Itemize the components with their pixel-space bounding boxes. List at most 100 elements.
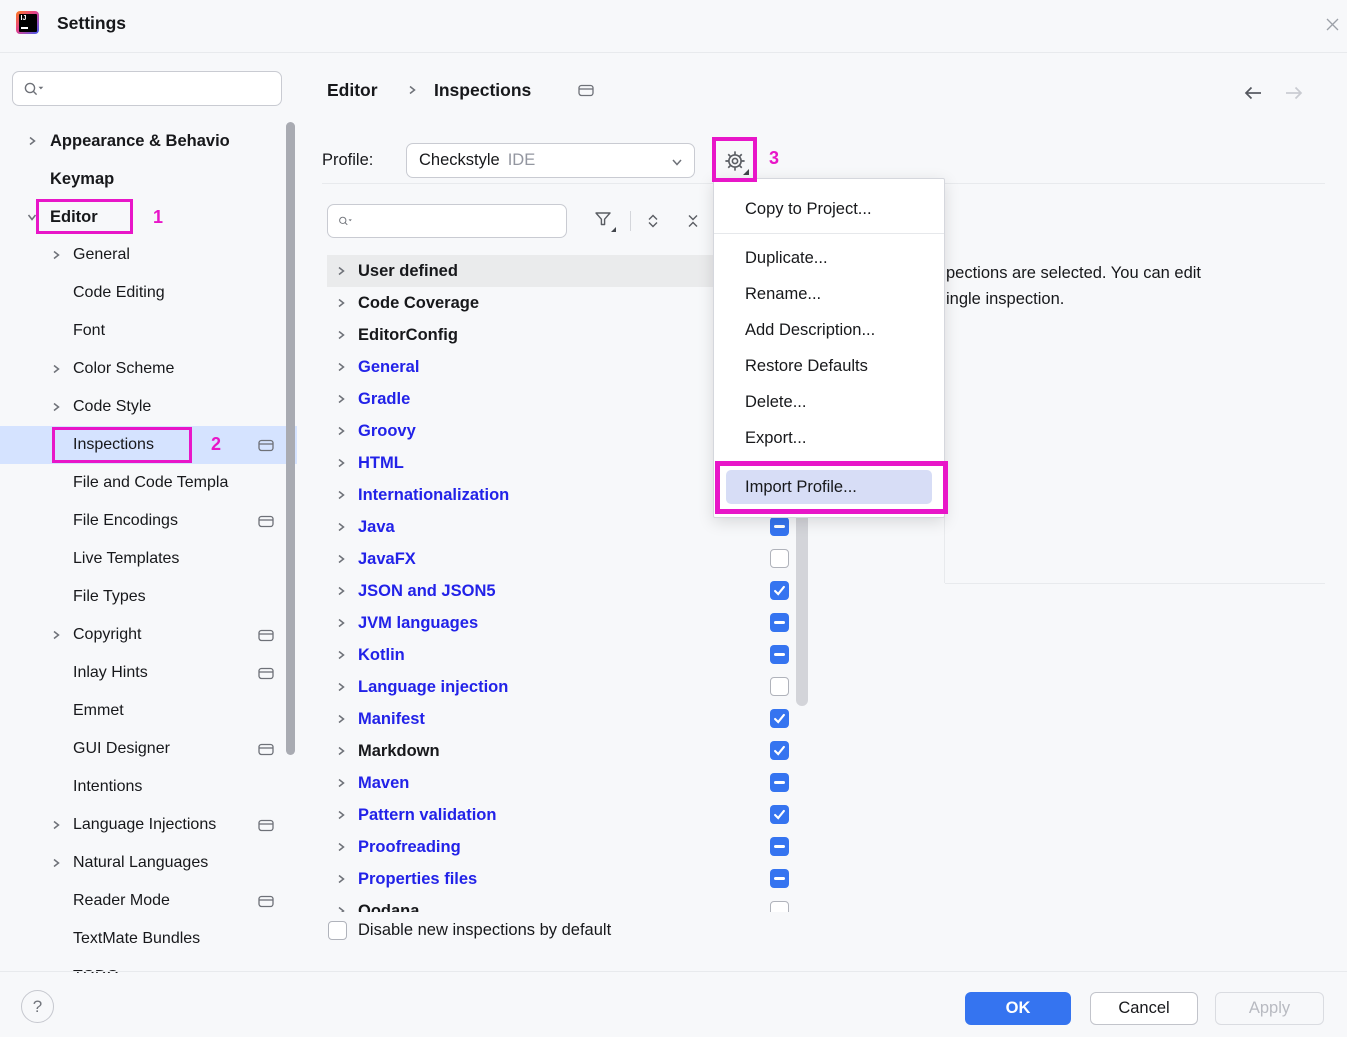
- breadcrumb-editor[interactable]: Editor: [327, 80, 378, 101]
- chevron-right-icon[interactable]: [50, 629, 62, 641]
- tree-item-checkbox-indeterminate[interactable]: [770, 517, 789, 536]
- chevron-right-icon[interactable]: [335, 361, 347, 373]
- sidebar-item-keymap[interactable]: Keymap: [0, 160, 297, 198]
- tree-item-checkbox-unchecked[interactable]: [770, 901, 789, 912]
- filter-icon[interactable]: [594, 211, 616, 231]
- chevron-right-icon[interactable]: [335, 745, 347, 757]
- menu-item-import-profile[interactable]: Import Profile...: [726, 470, 932, 504]
- sidebar-item-inlay-hints[interactable]: Inlay Hints: [0, 654, 297, 692]
- chevron-right-icon[interactable]: [335, 713, 347, 725]
- sidebar-item-file-types[interactable]: File Types: [0, 578, 297, 616]
- inspections-search-input[interactable]: [359, 205, 566, 237]
- chevron-down-icon[interactable]: [26, 211, 38, 223]
- sidebar-item-file-encodings[interactable]: File Encodings: [0, 502, 297, 540]
- forward-arrow-icon[interactable]: [1283, 85, 1305, 101]
- chevron-right-icon[interactable]: [335, 265, 347, 277]
- chevron-right-icon[interactable]: [335, 681, 347, 693]
- chevron-right-icon[interactable]: [50, 401, 62, 413]
- tree-item-checkbox-unchecked[interactable]: [770, 549, 789, 568]
- tree-item-maven[interactable]: Maven: [327, 767, 812, 799]
- sidebar-item-natural-languages[interactable]: Natural Languages: [0, 844, 297, 882]
- tree-item-manifest[interactable]: Manifest: [327, 703, 812, 735]
- sidebar-item-color-scheme[interactable]: Color Scheme: [0, 350, 297, 388]
- tree-item-json-and-json5[interactable]: JSON and JSON5: [327, 575, 812, 607]
- chevron-right-icon[interactable]: [335, 617, 347, 629]
- tree-scrollbar[interactable]: [796, 500, 808, 706]
- chevron-right-icon[interactable]: [50, 819, 62, 831]
- back-arrow-icon[interactable]: [1242, 85, 1264, 101]
- tree-item-checkbox-checked[interactable]: [770, 581, 789, 600]
- sidebar-item-editor[interactable]: Editor: [0, 198, 297, 236]
- settings-search-box[interactable]: [12, 71, 282, 106]
- chevron-right-icon[interactable]: [335, 649, 347, 661]
- tree-item-markdown[interactable]: Markdown: [327, 735, 812, 767]
- chevron-right-icon[interactable]: [335, 297, 347, 309]
- sidebar-item-code-style[interactable]: Code Style: [0, 388, 297, 426]
- menu-item-add-description[interactable]: Add Description...: [714, 312, 944, 348]
- chevron-right-icon[interactable]: [335, 777, 347, 789]
- collapse-all-icon[interactable]: [685, 213, 701, 229]
- chevron-right-icon[interactable]: [26, 135, 38, 147]
- expand-all-icon[interactable]: [645, 213, 661, 229]
- chevron-right-icon[interactable]: [335, 457, 347, 469]
- chevron-right-icon[interactable]: [335, 585, 347, 597]
- tree-item-language-injection[interactable]: Language injection: [327, 671, 812, 703]
- sidebar-item-intentions[interactable]: Intentions: [0, 768, 297, 806]
- tree-item-qodana[interactable]: Qodana: [327, 895, 812, 912]
- menu-item-restore-defaults[interactable]: Restore Defaults: [714, 348, 944, 384]
- ok-button[interactable]: OK: [965, 992, 1071, 1025]
- sidebar-item-textmate-bundles[interactable]: TextMate Bundles: [0, 920, 297, 958]
- tree-item-properties-files[interactable]: Properties files: [327, 863, 812, 895]
- tree-item-checkbox-indeterminate[interactable]: [770, 869, 789, 888]
- chevron-right-icon[interactable]: [335, 905, 347, 912]
- tree-item-javafx[interactable]: JavaFX: [327, 543, 812, 575]
- chevron-right-icon[interactable]: [335, 841, 347, 853]
- menu-item-rename[interactable]: Rename...: [714, 276, 944, 312]
- settings-search-input[interactable]: [51, 72, 281, 105]
- sidebar-item-inspections[interactable]: Inspections: [0, 426, 297, 464]
- tree-item-proofreading[interactable]: Proofreading: [327, 831, 812, 863]
- tree-item-checkbox-indeterminate[interactable]: [770, 773, 789, 792]
- chevron-right-icon[interactable]: [335, 873, 347, 885]
- tree-item-pattern-validation[interactable]: Pattern validation: [327, 799, 812, 831]
- sidebar-item-reader-mode[interactable]: Reader Mode: [0, 882, 297, 920]
- chevron-right-icon[interactable]: [335, 393, 347, 405]
- sidebar-item-copyright[interactable]: Copyright: [0, 616, 297, 654]
- close-icon[interactable]: [1320, 12, 1344, 36]
- sidebar-item-emmet[interactable]: Emmet: [0, 692, 297, 730]
- chevron-right-icon[interactable]: [50, 249, 62, 261]
- tree-item-jvm-languages[interactable]: JVM languages: [327, 607, 812, 639]
- tree-item-checkbox-indeterminate[interactable]: [770, 837, 789, 856]
- chevron-right-icon[interactable]: [335, 553, 347, 565]
- apply-button[interactable]: Apply: [1215, 992, 1324, 1025]
- tree-item-checkbox-checked[interactable]: [770, 805, 789, 824]
- sidebar-scrollbar[interactable]: [286, 122, 295, 755]
- chevron-right-icon[interactable]: [335, 329, 347, 341]
- help-icon[interactable]: ?: [21, 990, 54, 1023]
- tree-item-checkbox-indeterminate[interactable]: [770, 645, 789, 664]
- sidebar-item-live-templates[interactable]: Live Templates: [0, 540, 297, 578]
- sidebar-item-font[interactable]: Font: [0, 312, 297, 350]
- tree-item-checkbox-checked[interactable]: [770, 741, 789, 760]
- menu-item-copy-to-project[interactable]: Copy to Project...: [714, 191, 944, 227]
- sidebar-item-gui-designer[interactable]: GUI Designer: [0, 730, 297, 768]
- tree-item-checkbox-indeterminate[interactable]: [770, 613, 789, 632]
- chevron-right-icon[interactable]: [335, 425, 347, 437]
- chevron-right-icon[interactable]: [335, 521, 347, 533]
- chevron-right-icon[interactable]: [50, 857, 62, 869]
- chevron-right-icon[interactable]: [50, 363, 62, 375]
- tree-item-checkbox-unchecked[interactable]: [770, 677, 789, 696]
- tree-item-kotlin[interactable]: Kotlin: [327, 639, 812, 671]
- inspections-search-box[interactable]: [327, 204, 567, 238]
- chevron-right-icon[interactable]: [335, 809, 347, 821]
- menu-item-delete[interactable]: Delete...: [714, 384, 944, 420]
- disable-new-inspections-checkbox[interactable]: [328, 921, 347, 940]
- menu-item-export[interactable]: Export...: [714, 420, 944, 456]
- menu-item-duplicate[interactable]: Duplicate...: [714, 240, 944, 276]
- sidebar-item-appearance-behavio[interactable]: Appearance & Behavio: [0, 122, 297, 160]
- sidebar-item-code-editing[interactable]: Code Editing: [0, 274, 297, 312]
- cancel-button[interactable]: Cancel: [1090, 992, 1198, 1025]
- profile-actions-gear-icon[interactable]: [716, 142, 754, 180]
- chevron-right-icon[interactable]: [335, 489, 347, 501]
- sidebar-item-file-and-code-templa[interactable]: File and Code Templa: [0, 464, 297, 502]
